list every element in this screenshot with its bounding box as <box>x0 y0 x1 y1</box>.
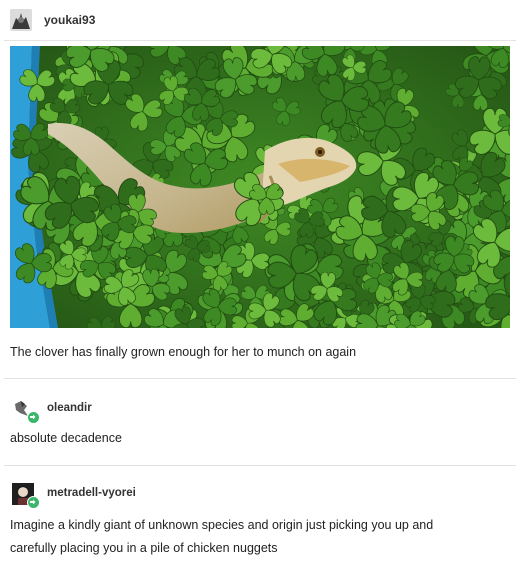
divider <box>4 465 516 466</box>
divider <box>4 378 516 379</box>
reblog-comment-line-2: carefully placing you in a pile of chick… <box>10 541 278 555</box>
post-header: youkai93 <box>10 8 95 32</box>
avatar[interactable] <box>12 483 40 509</box>
avatar[interactable] <box>10 9 32 31</box>
avatar[interactable] <box>12 398 40 424</box>
divider <box>4 40 516 41</box>
reblog-icon <box>27 496 40 509</box>
reblog-comment: absolute decadence <box>10 431 122 445</box>
reblog-comment-line-1: Imagine a kindly giant of unknown specie… <box>10 518 434 532</box>
reblog-username-link[interactable]: oleandir <box>47 402 92 414</box>
post-image[interactable] <box>10 46 510 328</box>
reblog-username-link[interactable]: metradell-vyorei <box>47 487 136 499</box>
post-caption: The clover has finally grown enough for … <box>10 345 357 359</box>
username-link[interactable]: youkai93 <box>44 13 95 27</box>
reblog-icon <box>27 411 40 424</box>
